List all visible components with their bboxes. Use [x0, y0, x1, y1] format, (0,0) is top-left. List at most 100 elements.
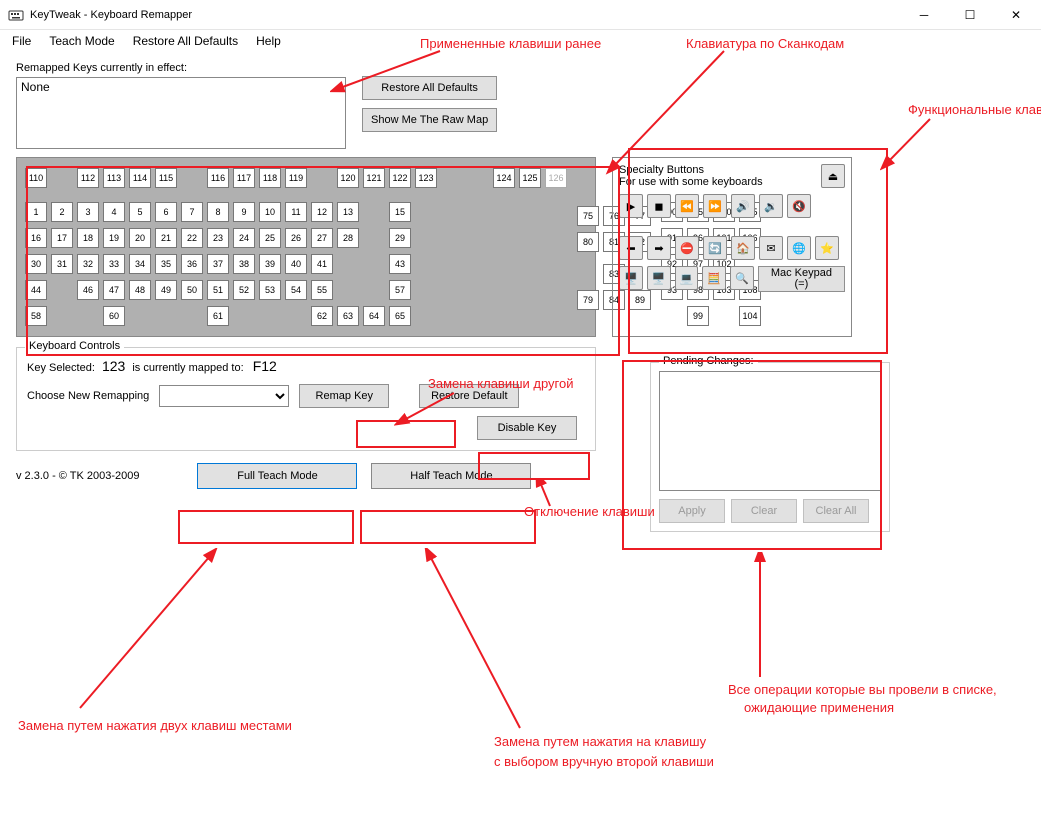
key-13[interactable]: 13 — [337, 202, 359, 222]
key-35[interactable]: 35 — [155, 254, 177, 274]
key-22[interactable]: 22 — [181, 228, 203, 248]
volume-down-icon[interactable]: 🔉 — [759, 194, 783, 218]
key-53[interactable]: 53 — [259, 280, 281, 300]
key-12[interactable]: 12 — [311, 202, 333, 222]
key-115[interactable]: 115 — [155, 168, 177, 188]
key-50[interactable]: 50 — [181, 280, 203, 300]
key-60[interactable]: 60 — [103, 306, 125, 326]
key-112[interactable]: 112 — [77, 168, 99, 188]
forward-icon[interactable]: ⏩ — [703, 194, 727, 218]
key-5[interactable]: 5 — [129, 202, 151, 222]
mac-keypad-button[interactable]: Mac Keypad (=) — [758, 266, 845, 292]
key-38[interactable]: 38 — [233, 254, 255, 274]
key-21[interactable]: 21 — [155, 228, 177, 248]
key-64[interactable]: 64 — [363, 306, 385, 326]
eject-icon[interactable]: ⏏ — [821, 164, 845, 188]
key-119[interactable]: 119 — [285, 168, 307, 188]
key-46[interactable]: 46 — [77, 280, 99, 300]
key-20[interactable]: 20 — [129, 228, 151, 248]
key-39[interactable]: 39 — [259, 254, 281, 274]
key-123[interactable]: 123 — [415, 168, 437, 188]
key-6[interactable]: 6 — [155, 202, 177, 222]
key-75[interactable]: 75 — [577, 206, 599, 226]
key-10[interactable]: 10 — [259, 202, 281, 222]
refresh-icon[interactable]: 🔄 — [703, 236, 727, 260]
key-3[interactable]: 3 — [77, 202, 99, 222]
key-62[interactable]: 62 — [311, 306, 333, 326]
key-80[interactable]: 80 — [577, 232, 599, 252]
key-79[interactable]: 79 — [577, 290, 599, 310]
key-49[interactable]: 49 — [155, 280, 177, 300]
key-28[interactable]: 28 — [337, 228, 359, 248]
key-36[interactable]: 36 — [181, 254, 203, 274]
app1-icon[interactable]: 🖥️ — [619, 266, 643, 290]
disable-key-button[interactable]: Disable Key — [477, 416, 577, 440]
menu-help[interactable]: Help — [256, 34, 281, 48]
key-23[interactable]: 23 — [207, 228, 229, 248]
key-48[interactable]: 48 — [129, 280, 151, 300]
remapped-keys-list[interactable]: None — [16, 77, 346, 149]
key-16[interactable]: 16 — [25, 228, 47, 248]
maximize-button[interactable]: ☐ — [947, 0, 993, 30]
key-8[interactable]: 8 — [207, 202, 229, 222]
key-117[interactable]: 117 — [233, 168, 255, 188]
key-118[interactable]: 118 — [259, 168, 281, 188]
key-110[interactable]: 110 — [25, 168, 47, 188]
key-40[interactable]: 40 — [285, 254, 307, 274]
back-icon[interactable]: ⬅ — [619, 236, 643, 260]
remap-key-button[interactable]: Remap Key — [299, 384, 389, 408]
key-54[interactable]: 54 — [285, 280, 307, 300]
menu-teach[interactable]: Teach Mode — [49, 34, 114, 48]
apply-button[interactable]: Apply — [659, 499, 725, 523]
app2-icon[interactable]: 🖥️ — [647, 266, 671, 290]
key-51[interactable]: 51 — [207, 280, 229, 300]
key-65[interactable]: 65 — [389, 306, 411, 326]
key-43[interactable]: 43 — [389, 254, 411, 274]
clear-all-button[interactable]: Clear All — [803, 499, 869, 523]
key-25[interactable]: 25 — [259, 228, 281, 248]
key-27[interactable]: 27 — [311, 228, 333, 248]
key-44[interactable]: 44 — [25, 280, 47, 300]
key-34[interactable]: 34 — [129, 254, 151, 274]
close-button[interactable]: ✕ — [993, 0, 1039, 30]
calculator-icon[interactable]: 🧮 — [702, 266, 726, 290]
key-47[interactable]: 47 — [103, 280, 125, 300]
key-26[interactable]: 26 — [285, 228, 307, 248]
key-15[interactable]: 15 — [389, 202, 411, 222]
play-icon[interactable]: ▶ — [619, 194, 643, 218]
pending-changes-list[interactable] — [659, 371, 881, 491]
key-4[interactable]: 4 — [103, 202, 125, 222]
key-24[interactable]: 24 — [233, 228, 255, 248]
restore-all-defaults-button[interactable]: Restore All Defaults — [362, 76, 497, 100]
key-18[interactable]: 18 — [77, 228, 99, 248]
clear-button[interactable]: Clear — [731, 499, 797, 523]
mail-icon[interactable]: ✉ — [759, 236, 783, 260]
key-11[interactable]: 11 — [285, 202, 307, 222]
key-122[interactable]: 122 — [389, 168, 411, 188]
home-icon[interactable]: 🏠 — [731, 236, 755, 260]
full-teach-mode-button[interactable]: Full Teach Mode — [197, 463, 357, 489]
key-1[interactable]: 1 — [25, 202, 47, 222]
key-121[interactable]: 121 — [363, 168, 385, 188]
forward-nav-icon[interactable]: ➡ — [647, 236, 671, 260]
key-120[interactable]: 120 — [337, 168, 359, 188]
key-124[interactable]: 124 — [493, 168, 515, 188]
key-63[interactable]: 63 — [337, 306, 359, 326]
rewind-icon[interactable]: ⏪ — [675, 194, 699, 218]
remapping-select[interactable] — [159, 385, 289, 407]
key-29[interactable]: 29 — [389, 228, 411, 248]
volume-up-icon[interactable]: 🔊 — [731, 194, 755, 218]
mute-icon[interactable]: 🔇 — [787, 194, 811, 218]
stop-icon[interactable]: ◼ — [647, 194, 671, 218]
key-33[interactable]: 33 — [103, 254, 125, 274]
key-9[interactable]: 9 — [233, 202, 255, 222]
minimize-button[interactable]: ─ — [901, 0, 947, 30]
restore-default-button[interactable]: Restore Default — [419, 384, 519, 408]
search-icon[interactable]: 🔍 — [730, 266, 754, 290]
half-teach-mode-button[interactable]: Half Teach Mode — [371, 463, 531, 489]
key-114[interactable]: 114 — [129, 168, 151, 188]
key-17[interactable]: 17 — [51, 228, 73, 248]
key-116[interactable]: 116 — [207, 168, 229, 188]
key-32[interactable]: 32 — [77, 254, 99, 274]
web-icon[interactable]: 🌐 — [787, 236, 811, 260]
